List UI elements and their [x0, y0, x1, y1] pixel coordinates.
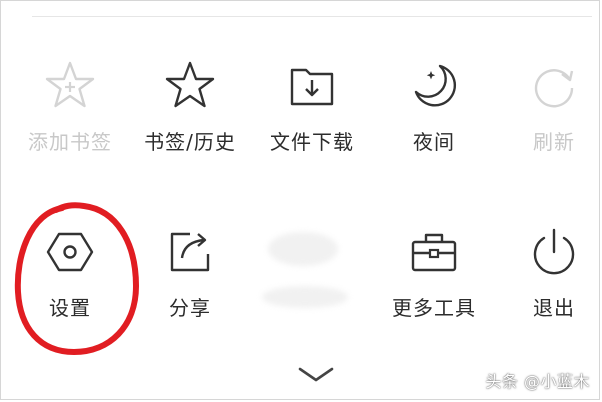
- chevron-down-icon: [298, 367, 334, 382]
- downloads-label: 文件下载: [270, 130, 354, 154]
- bookmarks-history-button[interactable]: 书签/历史: [134, 56, 246, 166]
- more-tools-button[interactable]: 更多工具: [378, 222, 490, 332]
- download-folder-icon: [282, 56, 342, 116]
- settings-label: 设置: [49, 296, 91, 320]
- refresh-icon: [524, 56, 584, 116]
- moon-icon: [404, 56, 464, 116]
- watermark: 头条 @小蓝木: [485, 372, 590, 391]
- bookmarks-history-label: 书签/历史: [144, 130, 236, 154]
- downloads-button[interactable]: 文件下载: [256, 56, 368, 166]
- night-mode-button[interactable]: 夜间: [378, 56, 490, 166]
- settings-button[interactable]: 设置: [14, 222, 126, 332]
- refresh-button[interactable]: 刷新: [498, 56, 602, 166]
- add-bookmark-button[interactable]: 添加书签: [14, 56, 126, 166]
- erased-area-label: [262, 286, 348, 308]
- exit-label: 退出: [533, 296, 575, 320]
- exit-button[interactable]: 退出: [498, 222, 602, 332]
- hexagon-settings-icon: [40, 222, 100, 282]
- add-bookmark-label: 添加书签: [28, 130, 112, 154]
- refresh-label: 刷新: [533, 130, 575, 154]
- share-button[interactable]: 分享: [134, 222, 246, 332]
- more-tools-label: 更多工具: [392, 296, 476, 320]
- night-mode-label: 夜间: [413, 130, 455, 154]
- share-icon: [160, 222, 220, 282]
- power-icon: [524, 222, 584, 282]
- toolbox-icon: [404, 222, 464, 282]
- collapse-menu-button[interactable]: [296, 364, 336, 386]
- top-divider: [32, 16, 592, 17]
- star-plus-icon: [40, 56, 100, 116]
- share-label: 分享: [169, 296, 211, 320]
- star-icon: [160, 56, 220, 116]
- erased-area: [268, 232, 338, 266]
